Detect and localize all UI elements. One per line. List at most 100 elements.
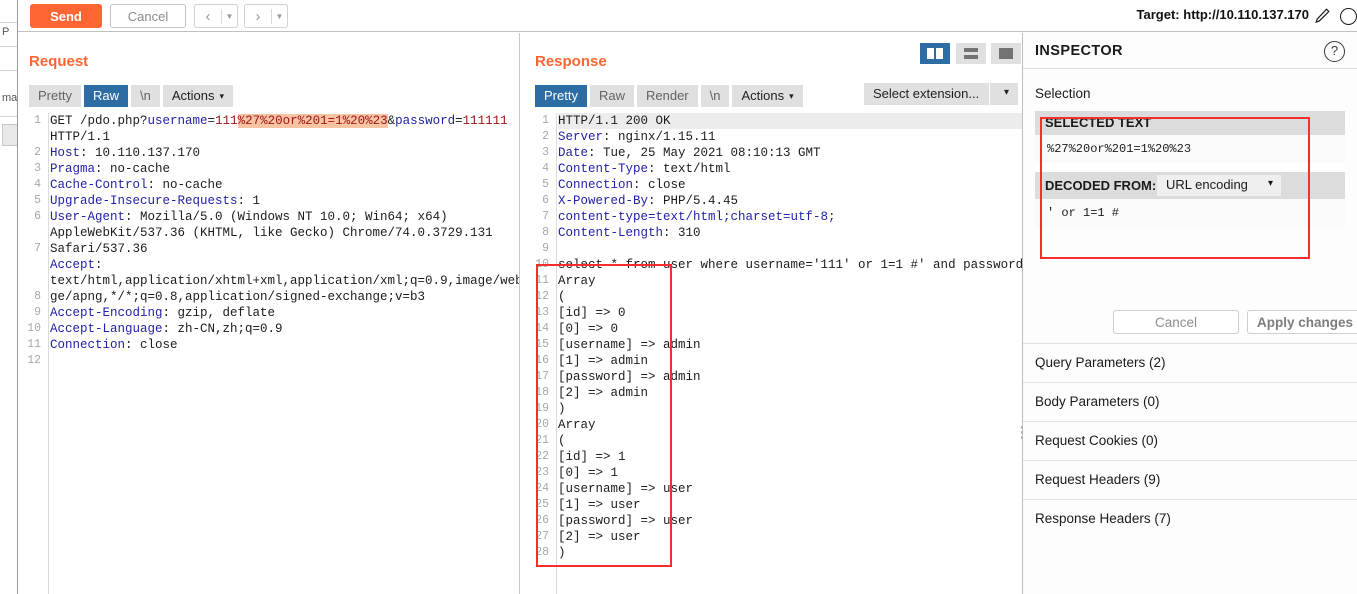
response-line-number: 17 xyxy=(535,370,549,383)
send-button[interactable]: Send xyxy=(30,4,102,28)
response-text: [2] => user xyxy=(558,530,641,544)
response-line: Server: nginx/1.15.11 xyxy=(558,129,1022,145)
request-response-divider[interactable] xyxy=(519,33,520,594)
chevron-down-icon[interactable]: ▼ xyxy=(272,12,287,21)
response-text: X-Powered-By xyxy=(558,194,649,208)
response-line-number: 13 xyxy=(535,306,549,319)
view-mode-single-pane[interactable] xyxy=(991,43,1022,64)
select-extension-label: Select extension... xyxy=(873,86,980,101)
response-actions-button[interactable]: Actions ▾ xyxy=(732,85,803,107)
response-body-text[interactable]: HTTP/1.1 200 OK Server: nginx/1.15.11 Date… xyxy=(558,113,1022,594)
response-line: ( xyxy=(558,433,1022,449)
response-text: [username] => admin xyxy=(558,338,701,352)
request-line: User-Agent: Mozilla/5.0 (Windows NT 10.0… xyxy=(50,209,519,225)
response-line-number: 14 xyxy=(535,322,549,335)
help-question-icon[interactable]: ? xyxy=(1324,41,1345,62)
inspector-cancel-button[interactable]: Cancel xyxy=(1113,310,1239,334)
request-tab-raw[interactable]: Raw xyxy=(83,85,128,107)
request-text: : gzip, deflate xyxy=(162,306,276,320)
request-panel-title: Request xyxy=(29,53,89,70)
response-text: [0] => 0 xyxy=(558,322,619,336)
selection-section-label: Selection xyxy=(1035,86,1091,101)
request-text: User-Agent xyxy=(50,210,126,224)
response-tab-pretty[interactable]: Pretty xyxy=(535,85,587,107)
response-text: [username] => user xyxy=(558,482,694,496)
chevron-down-icon: ▾ xyxy=(219,91,224,101)
response-line: HTTP/1.1 200 OK xyxy=(558,113,1022,129)
selected-text-value[interactable]: %27%20or%201=1%20%23 xyxy=(1035,135,1345,163)
response-line-number: 11 xyxy=(535,274,549,287)
response-text: Connection xyxy=(558,178,634,192)
pencil-edit-icon[interactable] xyxy=(1313,7,1331,25)
response-line: X-Powered-By: PHP/5.4.45 xyxy=(558,193,1022,209)
response-line-number: 8 xyxy=(542,226,549,239)
target-label: Target: http://10.110.137.170 xyxy=(1136,7,1309,22)
response-panel: Response Pretty Raw Render \n Actions ▾ 12345… xyxy=(527,33,1022,594)
request-raw-text[interactable]: GET /pdo.php?username=111%27%20or%201=1%… xyxy=(50,113,519,594)
inspector-row-query-parameters[interactable]: Query Parameters (2) xyxy=(1023,343,1357,382)
request-line: Accept-Language: zh-CN,zh;q=0.9 xyxy=(50,321,519,337)
chevron-down-icon: ▾ xyxy=(789,91,794,101)
sliver-fragment-pretty: P xyxy=(2,26,10,38)
decoded-result-value[interactable]: ' or 1=1 # xyxy=(1035,199,1345,227)
request-actions-button[interactable]: Actions ▾ xyxy=(162,85,233,107)
response-tab-render[interactable]: Render xyxy=(636,85,698,107)
request-text: & xyxy=(387,114,396,128)
request-line: HTTP/1.1 xyxy=(50,129,519,145)
request-text: : xyxy=(95,258,103,272)
request-line: Host: 10.110.137.170 xyxy=(50,145,519,161)
response-line-number: 15 xyxy=(535,338,549,351)
view-mode-split-vertical[interactable] xyxy=(920,43,950,64)
response-text: : nginx/1.15.11 xyxy=(603,130,716,144)
request-editor[interactable]: 1023456070089101112 GET /pdo.php?usernam… xyxy=(19,113,519,594)
inspector-panel: INSPECTOR ? Selection SELECTED TEXT %27%… xyxy=(1023,33,1357,594)
response-line: [0] => 1 xyxy=(558,465,1022,481)
request-line-number: 2 xyxy=(34,146,41,159)
response-line-number: 18 xyxy=(535,386,549,399)
response-line: content-type=text/html;charset=utf-8; xyxy=(558,209,1022,225)
response-text: [1] => user xyxy=(558,498,641,512)
inspector-row-request-headers[interactable]: Request Headers (9) xyxy=(1023,460,1357,499)
request-line: Cache-Control: no-cache xyxy=(50,177,519,193)
chevron-down-icon[interactable]: ▼ xyxy=(222,12,237,21)
request-tab-pretty[interactable]: Pretty xyxy=(29,85,81,107)
request-line-number: 1 xyxy=(34,114,41,127)
select-extension-dropdown[interactable]: Select extension... ▾ xyxy=(864,83,1018,105)
inspector-row-body-parameters[interactable]: Body Parameters (0) xyxy=(1023,382,1357,421)
next-request-button[interactable]: › ▼ xyxy=(244,4,288,28)
response-line-number: 6 xyxy=(542,194,549,207)
request-line-number: 6 xyxy=(34,210,41,223)
request-tabbar: Pretty Raw \n Actions ▾ xyxy=(29,85,236,107)
response-editor[interactable]: 1 2 3 4 5 6 7 8 9 10 11 12 13 14 15 16 17 18 19 20 21 22 23 24 2… xyxy=(527,113,1022,594)
view-mode-split-horizontal[interactable] xyxy=(955,43,986,64)
request-text: HTTP/1.1 xyxy=(50,130,111,144)
decoded-from-heading: DECODED FROM: xyxy=(1045,178,1157,193)
response-line-number: 24 xyxy=(535,482,549,495)
inspector-row-label: Response Headers (7) xyxy=(1035,511,1171,526)
decoded-from-select[interactable]: URL encoding ▾ xyxy=(1157,175,1281,196)
response-line-number: 2 xyxy=(542,130,549,143)
response-line-number: 16 xyxy=(535,354,549,367)
request-tab-n[interactable]: \n xyxy=(130,85,160,107)
request-text: Host xyxy=(50,146,81,160)
response-line-number: 25 xyxy=(535,498,549,511)
response-tabbar: Pretty Raw Render \n Actions ▾ xyxy=(535,85,806,107)
response-line: ( xyxy=(558,289,1022,305)
response-line: [1] => user xyxy=(558,497,1022,513)
inspector-row-request-cookies[interactable]: Request Cookies (0) xyxy=(1023,421,1357,460)
response-tab-raw[interactable]: Raw xyxy=(589,85,634,107)
response-text: [0] => 1 xyxy=(558,466,619,480)
request-line-number: 10 xyxy=(27,322,41,335)
inspector-action-row: Cancel Apply changes xyxy=(1023,305,1357,343)
request-highlighted-selection: %27%20or%201=1%20%23 xyxy=(237,114,388,128)
request-line-number: 7 xyxy=(34,242,41,255)
response-tab-n[interactable]: \n xyxy=(700,85,730,107)
sliver-scroll-thumb[interactable] xyxy=(2,124,17,146)
previous-request-button[interactable]: ‹ ▼ xyxy=(194,4,238,28)
inspector-apply-changes-button[interactable]: Apply changes xyxy=(1247,310,1357,334)
selected-text-card: SELECTED TEXT %27%20or%201=1%20%23 DECOD… xyxy=(1035,111,1345,227)
target-settings-icon[interactable] xyxy=(1340,8,1357,25)
request-text: ge/apng,*/*;q=0.8,application/signed-exc… xyxy=(50,290,426,304)
inspector-row-response-headers[interactable]: Response Headers (7) xyxy=(1023,499,1357,538)
cancel-button[interactable]: Cancel xyxy=(110,4,186,28)
